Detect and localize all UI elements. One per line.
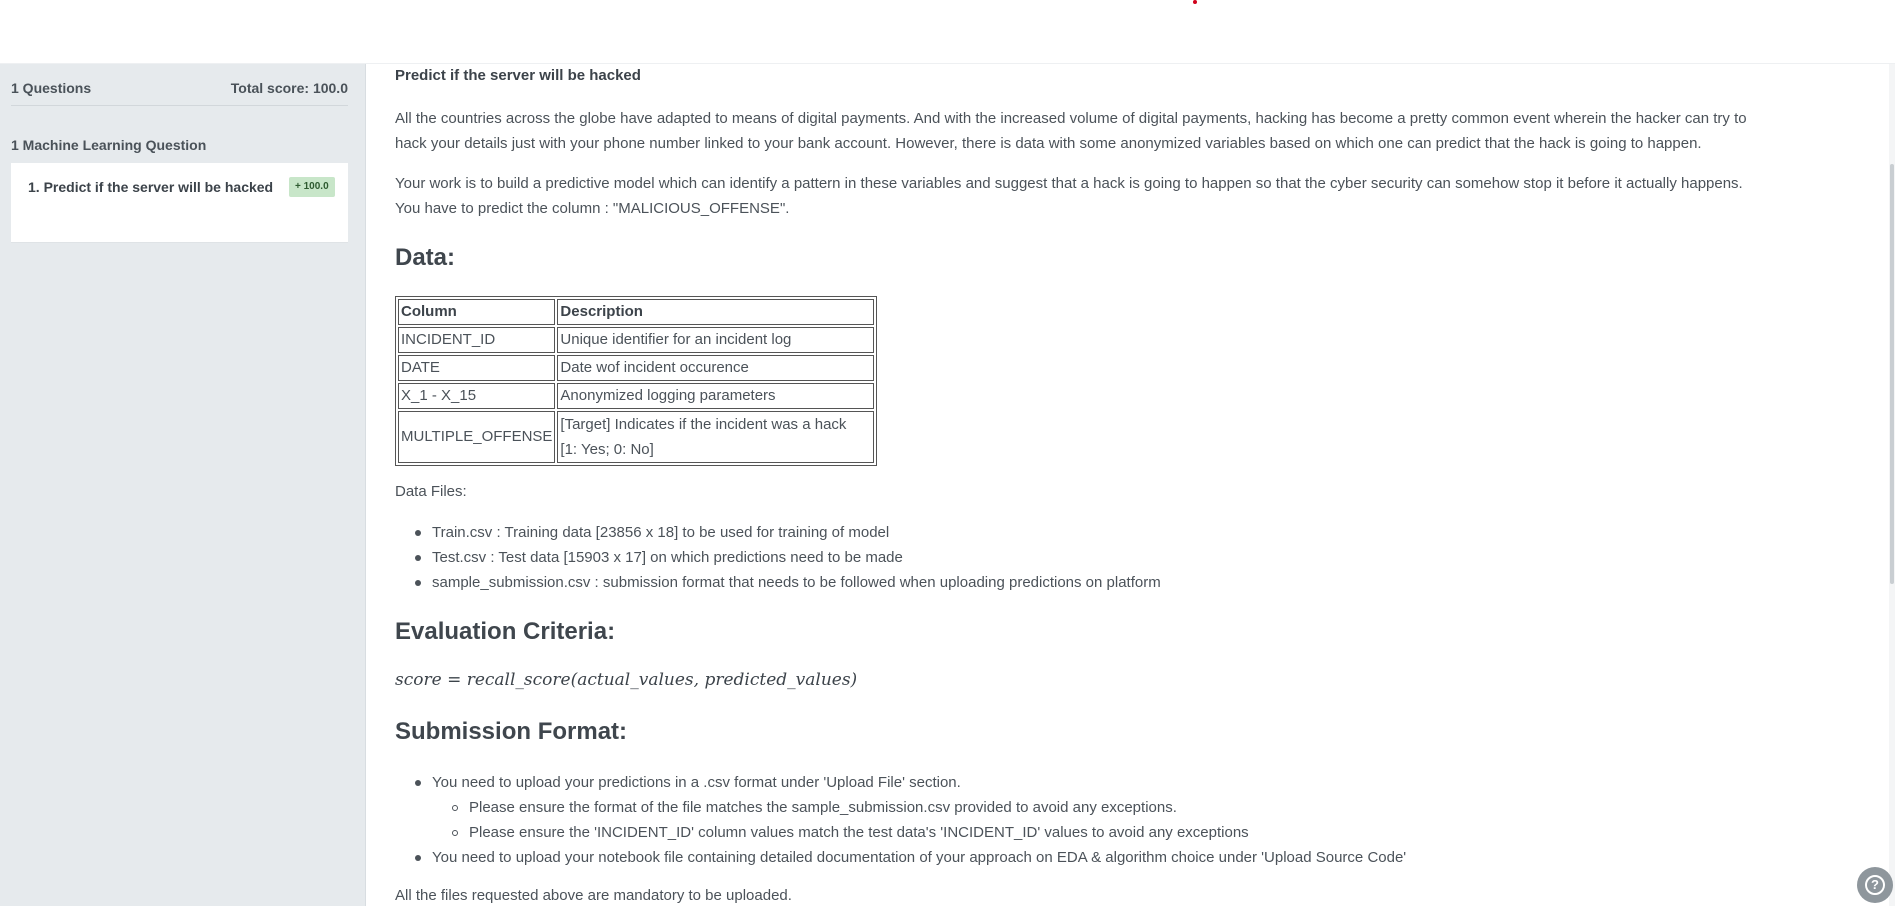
- loading-dot: [1193, 0, 1197, 4]
- section-title: 1 Machine Learning Question: [11, 137, 207, 153]
- table-row: MULTIPLE_OFFENSE [Target] Indicates if t…: [398, 411, 875, 463]
- intro-paragraph: All the countries across the globe have …: [395, 106, 1855, 156]
- question-content: Predict if the server will be hacked All…: [395, 64, 1855, 906]
- table-header-cell: Description: [557, 299, 875, 325]
- intro-line-2: hack your details just with your phone n…: [395, 135, 1702, 152]
- hollow-bullet-icon: [452, 830, 458, 836]
- list-item-text: You need to upload your notebook file co…: [432, 849, 1407, 866]
- sidebar-item-question-1[interactable]: 1. Predict if the server will be hacked …: [11, 163, 348, 209]
- top-header: [0, 0, 1895, 64]
- questions-count: 1 Questions: [11, 80, 92, 96]
- question-title: Predict if the server will be hacked: [395, 67, 641, 84]
- footnote: All the files requested above are mandat…: [395, 887, 792, 904]
- target-desc-line-2: [1: Yes; 0: No]: [560, 441, 654, 458]
- bullet-icon: [415, 580, 421, 586]
- list-item-text: Please ensure the format of the file mat…: [469, 799, 1177, 816]
- table-row: INCIDENT_ID Unique identifier for an inc…: [398, 327, 875, 353]
- help-button[interactable]: ?: [1857, 867, 1893, 903]
- sidebar: 1 Questions Total score: 100.0 1 Machine…: [0, 64, 366, 906]
- table-cell: Date wof incident occurence: [557, 355, 875, 381]
- task-paragraph: Your work is to build a predictive model…: [395, 171, 1855, 221]
- list-item: You need to upload your notebook file co…: [415, 845, 1407, 870]
- bullet-icon: [415, 780, 421, 786]
- scrollbar[interactable]: [1889, 64, 1895, 906]
- list-item-text: Please ensure the 'INCIDENT_ID' column v…: [469, 824, 1249, 841]
- sidebar-summary: 1 Questions Total score: 100.0: [11, 80, 348, 106]
- table-cell: MULTIPLE_OFFENSE: [398, 411, 556, 463]
- data-heading: Data:: [395, 244, 456, 271]
- data-files-label: Data Files:: [395, 483, 467, 500]
- total-score: Total score: 100.0: [230, 80, 348, 96]
- table-header-row: Column Description: [398, 299, 875, 325]
- list-item: Train.csv : Training data [23856 x 18] t…: [415, 520, 1161, 545]
- task-line-1: Your work is to build a predictive model…: [395, 175, 1743, 192]
- evaluation-heading: Evaluation Criteria:: [395, 618, 616, 645]
- bullet-icon: [415, 855, 421, 861]
- question-list: 1. Predict if the server will be hacked …: [11, 163, 348, 243]
- submission-heading: Submission Format:: [395, 718, 628, 745]
- table-cell: DATE: [398, 355, 556, 381]
- score-badge: + 100.0: [289, 177, 335, 197]
- list-item: Please ensure the format of the file mat…: [452, 795, 1406, 820]
- nested-list: Please ensure the format of the file mat…: [452, 795, 1406, 845]
- list-item: Please ensure the 'INCIDENT_ID' column v…: [452, 820, 1406, 845]
- list-item: sample_submission.csv : submission forma…: [415, 570, 1161, 595]
- submission-list: You need to upload your predictions in a…: [415, 770, 1407, 870]
- help-icon: ?: [1865, 875, 1885, 895]
- list-item: Test.csv : Test data [15903 x 17] on whi…: [415, 545, 1161, 570]
- list-item: You need to upload your predictions in a…: [415, 770, 1406, 845]
- target-desc-line-1: [Target] Indicates if the incident was a…: [560, 416, 847, 433]
- table-header-cell: Column: [398, 299, 556, 325]
- table-cell: INCIDENT_ID: [398, 327, 556, 353]
- bullet-icon: [415, 530, 421, 536]
- table-cell: Unique identifier for an incident log: [557, 327, 875, 353]
- hollow-bullet-icon: [452, 805, 458, 811]
- table-row: X_1 - X_15 Anonymized logging parameters: [398, 383, 875, 409]
- table-cell: [Target] Indicates if the incident was a…: [557, 411, 875, 463]
- list-item-text: sample_submission.csv : submission forma…: [432, 574, 1161, 591]
- task-line-2: You have to predict the column : "MALICI…: [395, 200, 790, 217]
- list-item-text: Train.csv : Training data [23856 x 18] t…: [432, 524, 890, 541]
- data-table: Column Description INCIDENT_ID Unique id…: [395, 296, 878, 466]
- table-cell: X_1 - X_15: [398, 383, 556, 409]
- table-row: DATE Date wof incident occurence: [398, 355, 875, 381]
- table-cell: Anonymized logging parameters: [557, 383, 875, 409]
- scrollbar-thumb[interactable]: [1890, 164, 1894, 584]
- intro-line-1: All the countries across the globe have …: [395, 110, 1747, 127]
- list-item-text: Test.csv : Test data [15903 x 17] on whi…: [432, 549, 903, 566]
- bullet-icon: [415, 555, 421, 561]
- evaluation-formula: score = recall_score(actual_values, pred…: [395, 670, 858, 690]
- question-label: 1. Predict if the server will be hacked: [28, 179, 274, 195]
- data-files-list: Train.csv : Training data [23856 x 18] t…: [415, 520, 1161, 595]
- list-item-text: You need to upload your predictions in a…: [432, 774, 961, 791]
